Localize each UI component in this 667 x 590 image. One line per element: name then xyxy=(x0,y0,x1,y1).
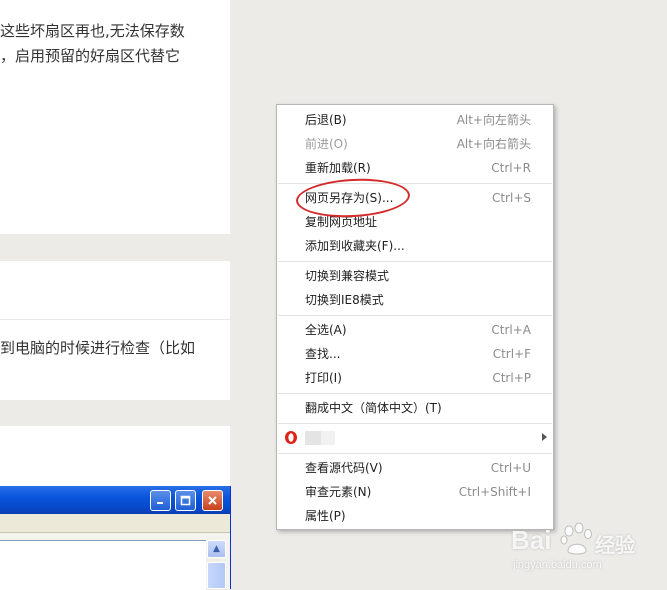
menu-item-label: 切换到IE8模式 xyxy=(305,293,384,307)
menu-item-label: 全选(A) xyxy=(305,323,347,337)
menu-item-label: 切换到兼容模式 xyxy=(305,269,390,283)
opera-extension-icon xyxy=(285,431,297,444)
menu-item-shortcut: Ctrl+U xyxy=(490,461,531,475)
paw-icon xyxy=(560,522,592,555)
window-titlebar xyxy=(0,486,230,514)
menu-item-shortcut: Ctrl+Shift+I xyxy=(458,485,531,499)
menu-item-shortcut: Ctrl+F xyxy=(492,347,531,361)
menu-item-translate[interactable]: 翻成中文（简体中文）(T) xyxy=(277,396,553,420)
menu-item-compat-mode[interactable]: 切换到兼容模式 xyxy=(277,264,553,288)
article-text: 这些坏扇区再也,无法保存数 xyxy=(0,22,185,40)
menu-item-view-source[interactable]: 查看源代码(V) Ctrl+U xyxy=(277,456,553,480)
window-toolbar xyxy=(0,514,230,533)
menu-item-label: 添加到收藏夹(F)... xyxy=(305,239,405,253)
menu-separator xyxy=(278,315,552,316)
menu-item-forward[interactable]: 前进(O) Alt+向右箭头 xyxy=(277,132,553,156)
blurred-label xyxy=(305,431,321,445)
menu-separator xyxy=(278,453,552,454)
menu-item-shortcut: Ctrl+A xyxy=(491,323,531,337)
context-menu: 后退(B) Alt+向左箭头 前进(O) Alt+向右箭头 重新加载(R) Ct… xyxy=(276,104,554,530)
chevron-right-icon xyxy=(542,433,547,441)
menu-item-label: 前进(O) xyxy=(305,137,348,151)
watermark-brand-cn: 经验 xyxy=(595,535,635,557)
menu-item-label: 重新加载(R) xyxy=(305,161,371,175)
xp-window-screenshot: ▲ xyxy=(0,486,231,590)
scrollbar[interactable]: ▲ xyxy=(207,540,226,589)
menu-item-reload[interactable]: 重新加载(R) Ctrl+R xyxy=(277,156,553,180)
watermark-url: jingyan.baidu.com xyxy=(513,559,602,571)
watermark-brand: Bai xyxy=(511,525,552,555)
menu-item-extension-submenu[interactable] xyxy=(277,426,553,450)
menu-item-ie8-mode[interactable]: 切换到IE8模式 xyxy=(277,288,553,312)
chevron-up-icon: ▲ xyxy=(213,544,220,554)
menu-item-add-to-favorites[interactable]: 添加到收藏夹(F)... xyxy=(277,234,553,258)
menu-item-label: 查看源代码(V) xyxy=(305,461,383,475)
menu-item-label: 属性(P) xyxy=(305,509,346,523)
baidu-jingyan-watermark: Bai 经验 jingyan.baidu.com xyxy=(509,519,639,579)
window-panel xyxy=(0,540,206,590)
close-icon xyxy=(203,491,222,510)
blurred-label xyxy=(321,431,335,445)
minimize-button[interactable] xyxy=(150,490,171,511)
minimize-icon xyxy=(151,491,170,510)
article-card: 到电脑的时候进行检查（比如 xyxy=(0,261,230,400)
menu-item-shortcut: Ctrl+R xyxy=(491,161,531,175)
menu-item-find[interactable]: 查找... Ctrl+F xyxy=(277,342,553,366)
menu-item-shortcut: Ctrl+P xyxy=(492,371,531,385)
menu-item-label: 后退(B) xyxy=(305,113,347,127)
maximize-icon xyxy=(176,491,195,510)
menu-separator xyxy=(278,423,552,424)
menu-item-label: 查找... xyxy=(305,347,341,361)
scroll-thumb[interactable] xyxy=(207,562,226,589)
menu-item-label: 翻成中文（简体中文）(T) xyxy=(305,401,442,415)
scroll-up-button[interactable]: ▲ xyxy=(207,540,226,558)
close-button[interactable] xyxy=(202,490,223,511)
menu-item-shortcut: Ctrl+S xyxy=(491,191,531,205)
leaf-icon: ✓ xyxy=(0,0,8,3)
menu-item-label: 打印(I) xyxy=(305,371,342,385)
menu-item-shortcut: Alt+向左箭头 xyxy=(456,113,531,127)
article-card: ✓ 这些坏扇区再也,无法保存数 ，启用预留的好扇区代替它 xyxy=(0,0,230,234)
maximize-button[interactable] xyxy=(175,490,196,511)
menu-item-shortcut: Alt+向右箭头 xyxy=(456,137,531,151)
article-text: 到电脑的时候进行检查（比如 xyxy=(0,339,196,357)
menu-item-select-all[interactable]: 全选(A) Ctrl+A xyxy=(277,318,553,342)
menu-separator xyxy=(278,261,552,262)
window-content: ▲ xyxy=(0,514,230,590)
article-text: ，启用预留的好扇区代替它 xyxy=(0,47,181,65)
menu-item-label: 审查元素(N) xyxy=(305,485,372,499)
menu-item-inspect-element[interactable]: 审查元素(N) Ctrl+Shift+I xyxy=(277,480,553,504)
menu-item-print[interactable]: 打印(I) Ctrl+P xyxy=(277,366,553,390)
menu-separator xyxy=(278,393,552,394)
menu-item-back[interactable]: 后退(B) Alt+向左箭头 xyxy=(277,108,553,132)
card-divider xyxy=(0,319,230,320)
